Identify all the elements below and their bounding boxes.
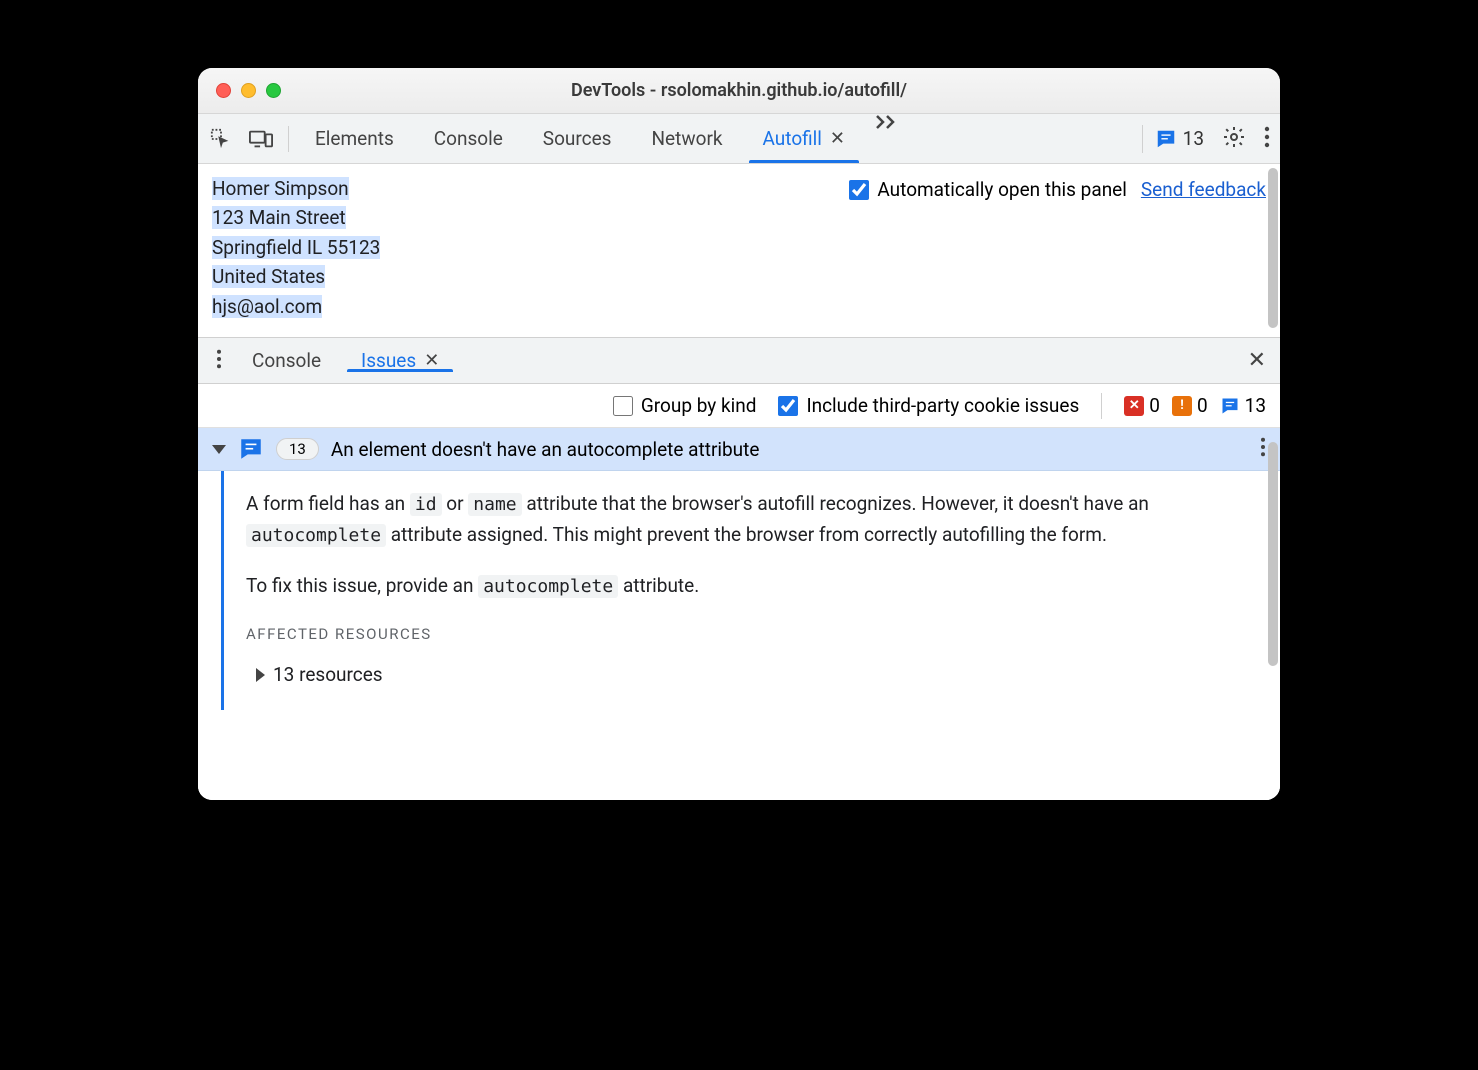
close-window-button[interactable] xyxy=(216,83,231,98)
issue-row-menu-icon[interactable] xyxy=(1260,437,1266,462)
warning-count[interactable]: ! 0 xyxy=(1172,394,1208,417)
third-party-checkbox[interactable] xyxy=(778,396,798,416)
error-count[interactable]: ✕ 0 xyxy=(1124,394,1160,417)
resources-toggle[interactable]: 13 resources xyxy=(246,660,1250,690)
main-tabs: Elements Console Sources Network Autofil… xyxy=(295,114,1142,163)
group-by-kind-checkbox[interactable] xyxy=(613,396,633,416)
main-toolbar: Elements Console Sources Network Autofil… xyxy=(198,114,1280,164)
more-menu-icon[interactable] xyxy=(1264,126,1270,152)
resources-count-label: 13 resources xyxy=(273,660,383,690)
address-line: Homer Simpson xyxy=(212,177,349,200)
auto-open-checkbox-row[interactable]: Automatically open this panel xyxy=(849,178,1127,201)
drawer-menu-icon[interactable] xyxy=(206,349,232,373)
window-titlebar: DevTools - rsolomakhin.github.io/autofil… xyxy=(198,68,1280,114)
accent-bar xyxy=(221,471,224,710)
code-name: name xyxy=(468,493,521,516)
tab-elements[interactable]: Elements xyxy=(295,114,414,163)
maximize-window-button[interactable] xyxy=(266,83,281,98)
inspect-element-icon[interactable] xyxy=(208,126,234,152)
close-tab-icon[interactable]: ✕ xyxy=(830,128,845,149)
autofill-panel: Homer Simpson 123 Main Street Springfiel… xyxy=(198,164,1280,337)
warning-icon: ! xyxy=(1172,396,1192,416)
issue-title: An element doesn't have an autocomplete … xyxy=(331,438,1248,461)
issue-counts: ✕ 0 ! 0 13 xyxy=(1124,394,1266,417)
auto-open-label: Automatically open this panel xyxy=(877,178,1127,201)
issue-detail: A form field has an id or name attribute… xyxy=(198,471,1280,710)
settings-button[interactable] xyxy=(1222,125,1246,153)
autofill-controls: Automatically open this panel Send feedb… xyxy=(849,174,1266,321)
tab-console[interactable]: Console xyxy=(414,114,523,163)
group-by-kind-label: Group by kind xyxy=(641,394,757,417)
issues-counter[interactable]: 13 xyxy=(1155,127,1204,150)
window-title: DevTools - rsolomakhin.github.io/autofil… xyxy=(198,80,1280,101)
group-by-kind-row[interactable]: Group by kind xyxy=(613,394,757,417)
detail-gutter xyxy=(198,471,246,710)
code-autocomplete: autocomplete xyxy=(478,575,618,598)
third-party-label: Include third-party cookie issues xyxy=(806,394,1079,417)
issue-row[interactable]: 13 An element doesn't have an autocomple… xyxy=(198,428,1280,471)
drawer: Console Issues ✕ ✕ Group by kind Include… xyxy=(198,337,1280,800)
error-icon: ✕ xyxy=(1124,396,1144,416)
drawer-tabs: Console Issues ✕ ✕ xyxy=(198,338,1280,384)
traffic-lights xyxy=(198,83,281,98)
send-feedback-link[interactable]: Send feedback xyxy=(1141,178,1266,201)
drawer-tab-console[interactable]: Console xyxy=(232,349,341,372)
tab-autofill-label: Autofill xyxy=(763,127,822,150)
minimize-window-button[interactable] xyxy=(241,83,256,98)
code-autocomplete: autocomplete xyxy=(246,524,386,547)
address-line: Springfield IL 55123 xyxy=(212,236,380,259)
gear-icon xyxy=(1222,125,1246,149)
chat-icon xyxy=(1155,128,1177,150)
address-line: United States xyxy=(212,265,325,288)
device-toggle-icon[interactable] xyxy=(248,126,274,152)
close-drawer-tab-icon[interactable]: ✕ xyxy=(424,350,439,371)
issue-list: 13 An element doesn't have an autocomple… xyxy=(198,428,1280,800)
issues-count: 13 xyxy=(1183,127,1204,150)
drawer-tab-issues-label: Issues xyxy=(361,349,416,372)
devtools-window: DevTools - rsolomakhin.github.io/autofil… xyxy=(198,68,1280,800)
tab-autofill[interactable]: Autofill ✕ xyxy=(743,114,866,163)
autofill-address: Homer Simpson 123 Main Street Springfiel… xyxy=(212,174,380,321)
issue-count-pill: 13 xyxy=(276,438,319,460)
info-count[interactable]: 13 xyxy=(1220,394,1266,417)
address-line: hjs@aol.com xyxy=(212,295,322,318)
more-tabs-icon[interactable] xyxy=(865,114,907,163)
chat-icon xyxy=(238,436,264,462)
chat-icon xyxy=(1220,396,1240,416)
content-area: Homer Simpson 123 Main Street Springfiel… xyxy=(198,164,1280,800)
divider xyxy=(1101,393,1102,419)
code-id: id xyxy=(410,493,442,516)
issue-description: A form field has an id or name attribute… xyxy=(246,471,1280,710)
chevron-right-icon xyxy=(256,668,265,682)
drawer-tab-issues[interactable]: Issues ✕ xyxy=(341,349,459,372)
scrollbar[interactable] xyxy=(1268,168,1278,328)
third-party-row[interactable]: Include third-party cookie issues xyxy=(778,394,1079,417)
close-drawer-icon[interactable]: ✕ xyxy=(1248,348,1266,373)
address-line: 123 Main Street xyxy=(212,206,346,229)
chevron-down-icon[interactable] xyxy=(212,445,226,454)
tab-sources[interactable]: Sources xyxy=(523,114,632,163)
issues-filter-bar: Group by kind Include third-party cookie… xyxy=(198,384,1280,428)
scrollbar[interactable] xyxy=(1268,442,1278,666)
auto-open-checkbox[interactable] xyxy=(849,180,869,200)
tab-network[interactable]: Network xyxy=(631,114,742,163)
affected-resources-label: AFFECTED RESOURCES xyxy=(246,622,1250,646)
